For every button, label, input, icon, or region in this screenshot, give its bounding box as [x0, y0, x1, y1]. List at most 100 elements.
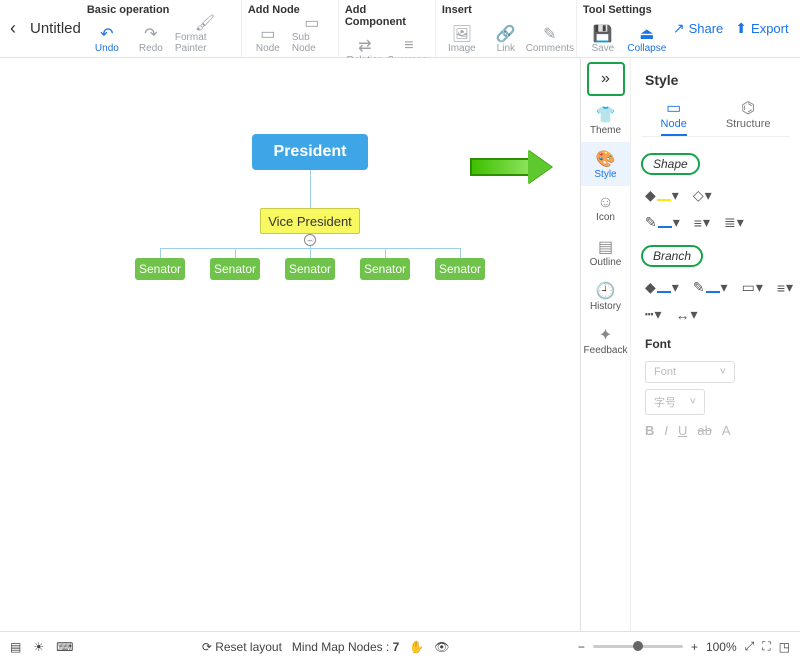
line-icon: ≡ [777, 280, 785, 296]
paint-bucket-icon: ◆ [645, 279, 656, 296]
node-senator[interactable]: Senator [135, 258, 185, 280]
subtab-structure[interactable]: ⌬Structure [726, 98, 771, 136]
comments-button[interactable]: ✎Comments [530, 18, 570, 54]
reset-layout-button[interactable]: ⟳ Reset layout [202, 640, 282, 654]
theme-icon: 👕 [596, 105, 616, 125]
format-painter-button[interactable]: 🖌Format Painter [175, 18, 235, 54]
branch-dash-picker[interactable]: ┅▾ [645, 306, 661, 323]
font-size-select[interactable]: 字号˅ [645, 389, 705, 415]
keyboard-icon[interactable]: ⌨ [56, 640, 73, 654]
node-senator[interactable]: Senator [435, 258, 485, 280]
branch-line-picker[interactable]: ≡▾ [777, 279, 793, 296]
zoom-in-button[interactable]: + [691, 640, 698, 654]
pen-icon: ✎ [693, 279, 705, 296]
fit-screen-icon[interactable]: ⤢ [745, 639, 755, 654]
shape-line-weight-picker[interactable]: ≣▾ [724, 214, 744, 231]
italic-button[interactable]: I [664, 423, 668, 438]
underline-button[interactable]: U [678, 423, 687, 438]
redo-icon: ↷ [144, 25, 157, 43]
undo-icon: ↶ [100, 25, 113, 43]
connector [310, 170, 311, 208]
summary-icon: ≡ [404, 37, 413, 55]
insert-image-button[interactable]: 🖼Image [442, 18, 482, 54]
save-button[interactable]: 💾Save [583, 18, 623, 54]
undo-button[interactable]: ↶Undo [87, 18, 127, 54]
shape-fill-picker[interactable]: ◆▾ [645, 187, 679, 204]
chevron-double-right-icon: » [601, 70, 610, 88]
node-senator[interactable]: Senator [360, 258, 410, 280]
shape-border-picker[interactable]: ✎▾ [645, 214, 680, 231]
shape-icon: ◇ [693, 187, 704, 204]
subtab-node[interactable]: ▭Node [661, 98, 687, 136]
outline-icon: ▤ [598, 237, 613, 257]
share-icon: ↗ [673, 20, 685, 37]
strikethrough-button[interactable]: ab [697, 423, 711, 438]
back-icon[interactable]: ‹ [10, 18, 16, 39]
refresh-icon: ⟳ [202, 640, 212, 654]
text-color-button[interactable]: A [722, 423, 731, 438]
status-bar: ▤ ☀ ⌨ ⟳ Reset layout Mind Map Nodes : 7 … [0, 631, 800, 661]
chevron-down-icon: ˅ [690, 396, 696, 408]
collapse-button[interactable]: ⏏Collapse [627, 18, 667, 54]
branch-fill-picker[interactable]: ◆▾ [645, 279, 679, 296]
panel-title: Style [645, 72, 790, 88]
panel-tab-feedback[interactable]: ✦Feedback [581, 318, 630, 362]
node-button[interactable]: ▭Node [248, 18, 288, 54]
shape-line-style-picker[interactable]: ≡▾ [694, 214, 710, 231]
branch-arrow-picker[interactable]: ↔▾ [675, 306, 697, 323]
node-senator[interactable]: Senator [285, 258, 335, 280]
arrow-icon: ↔ [675, 307, 689, 323]
section-shape-label: Shape [641, 153, 700, 175]
group-insert-title: Insert [442, 4, 570, 16]
fullscreen-icon[interactable]: ⛶ [762, 639, 770, 654]
connector [385, 248, 386, 258]
insert-link-button[interactable]: 🔗Link [486, 18, 526, 54]
comments-icon: ✎ [543, 25, 556, 43]
node-senator[interactable]: Senator [210, 258, 260, 280]
bold-button[interactable]: B [645, 423, 654, 438]
zoom-value[interactable]: 100% [706, 640, 737, 654]
panel-tab-outline[interactable]: ▤Outline [581, 230, 630, 274]
relation-icon: ⇄ [358, 37, 371, 55]
paint-roller-icon: 🖌 [195, 14, 215, 32]
zoom-slider[interactable] [593, 645, 683, 648]
right-panel: » 👕Theme 🎨Style ☺Icon ▤Outline 🕘History … [580, 58, 800, 631]
node-vice-president[interactable]: Vice President [260, 208, 360, 234]
panel-tab-history[interactable]: 🕘History [581, 274, 630, 318]
eye-tool-icon[interactable]: 👁 [434, 640, 449, 654]
connector [460, 248, 461, 258]
panel-tab-style[interactable]: 🎨Style [581, 142, 630, 186]
sub-node-button[interactable]: ▭Sub Node [292, 18, 332, 54]
font-family-select[interactable]: Font˅ [645, 361, 735, 383]
collapse-icon: ⏏ [639, 25, 654, 43]
shape-type-picker[interactable]: ◇▾ [693, 187, 712, 204]
line-weight-icon: ≣ [724, 214, 736, 231]
node-president[interactable]: President [252, 134, 368, 170]
image-icon: 🖼 [452, 25, 472, 43]
presentation-icon[interactable]: ▤ [10, 640, 21, 654]
node-tab-icon: ▭ [666, 98, 681, 118]
panel-collapse-button[interactable]: » [587, 62, 625, 96]
zoom-out-button[interactable]: − [578, 640, 585, 654]
link-icon: 🔗 [496, 25, 516, 43]
document-title[interactable]: Untitled [30, 20, 81, 37]
export-button[interactable]: ⬆Export [735, 20, 788, 37]
branch-color-picker[interactable]: ✎▾ [693, 279, 728, 296]
paint-bucket-icon: ◆ [645, 187, 656, 204]
panel-tab-theme[interactable]: 👕Theme [581, 98, 630, 142]
mindmap-canvas[interactable]: President Vice President – Senator Senat… [0, 58, 580, 631]
redo-button[interactable]: ↷Redo [131, 18, 171, 54]
share-button[interactable]: ↗Share [673, 20, 723, 37]
collapse-toggle-icon[interactable]: – [304, 234, 316, 246]
annotation-arrow-icon [470, 150, 560, 184]
group-tool-settings-title: Tool Settings [583, 4, 667, 16]
hand-tool-icon[interactable]: ✋ [409, 640, 424, 654]
dash-icon: ┅ [645, 306, 653, 323]
subnode-icon: ▭ [304, 14, 319, 32]
brightness-icon[interactable]: ☀ [33, 640, 44, 654]
save-icon: 💾 [593, 25, 613, 43]
connector [160, 248, 161, 258]
minimap-icon[interactable]: ◳ [779, 640, 790, 654]
panel-tab-icon[interactable]: ☺Icon [581, 186, 630, 230]
branch-frame-picker[interactable]: ▭▾ [742, 279, 763, 296]
